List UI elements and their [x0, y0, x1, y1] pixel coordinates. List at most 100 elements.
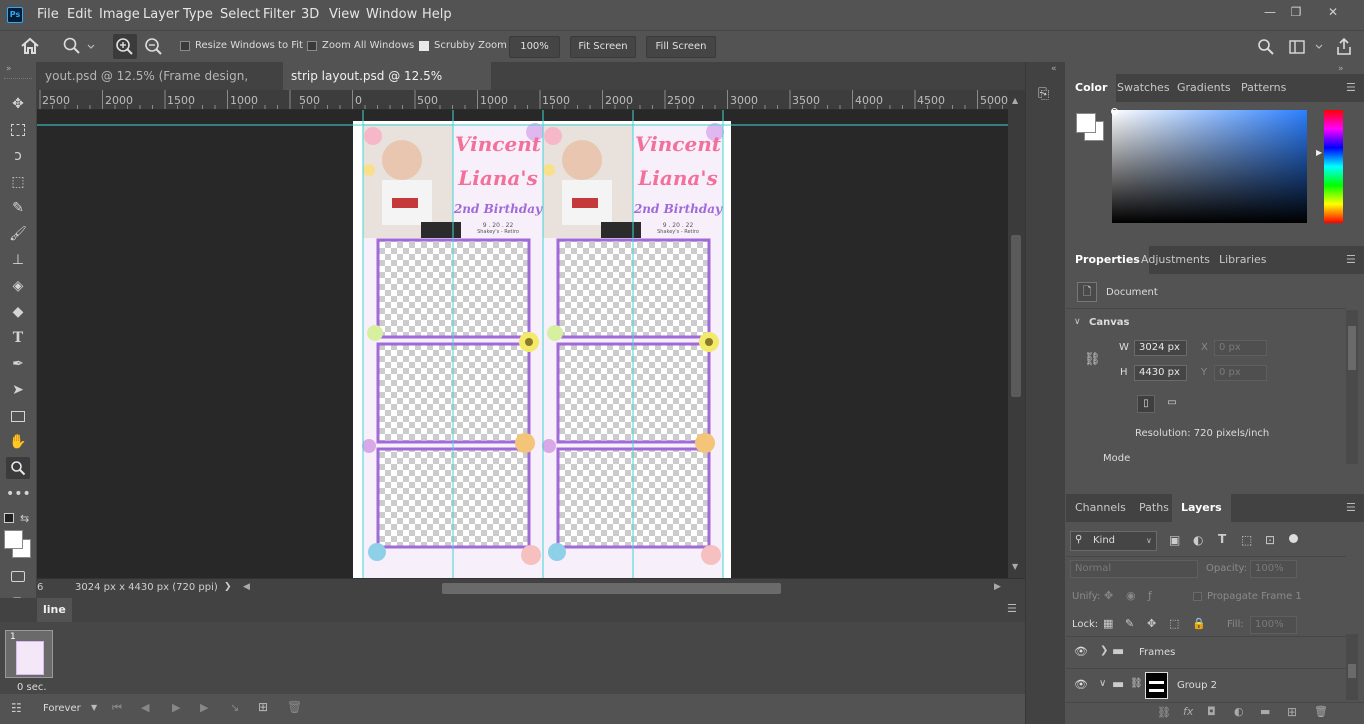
scroll-down-icon[interactable]: ▼	[1012, 562, 1018, 571]
tab-frame-design[interactable]: yout.psd @ 12.5% (Frame design, RGB/8) *…	[37, 62, 282, 111]
more-tools-icon[interactable]: •••	[6, 483, 31, 505]
portrait-orientation-icon[interactable]: ▯	[1137, 395, 1155, 413]
toolbox-grip[interactable]	[4, 78, 32, 80]
toolbox-collapse-icon[interactable]: »	[6, 64, 12, 74]
new-group-icon[interactable]: ▬	[1260, 705, 1270, 718]
timeline-menu-icon[interactable]: ☰	[1007, 602, 1017, 615]
delete-layer-icon[interactable]: 🗑	[1314, 705, 1328, 718]
zoom-tool-preset-icon[interactable]	[62, 37, 96, 55]
marquee-tool-icon[interactable]	[6, 119, 30, 141]
fit-screen-button[interactable]: Fit Screen	[570, 36, 636, 58]
zoom-tool-icon[interactable]	[6, 457, 30, 479]
layer-mask-thumbnail[interactable]	[1145, 672, 1168, 699]
zoom-out-icon[interactable]	[142, 34, 166, 59]
add-mask-icon[interactable]: ◘	[1207, 705, 1216, 718]
share-icon[interactable]	[1335, 37, 1353, 57]
link-dimensions-icon[interactable]: ⛓	[1084, 352, 1101, 367]
expand-group-icon[interactable]: ❯	[1100, 645, 1108, 656]
tab-patterns[interactable]: Patterns	[1232, 74, 1295, 102]
quick-mask-icon[interactable]	[6, 565, 30, 587]
layers-menu-icon[interactable]: ☰	[1346, 501, 1356, 514]
workspace-icon[interactable]	[1288, 38, 1326, 56]
loop-select[interactable]: Forever	[43, 703, 81, 714]
tab-channels[interactable]: Channels	[1066, 494, 1135, 522]
tab-paths[interactable]: Paths	[1130, 494, 1178, 522]
canvas-width-field[interactable]: 3024 px	[1134, 340, 1187, 356]
brush-tool-icon[interactable]: 🖌	[6, 223, 30, 245]
properties-scrollbar[interactable]	[1346, 310, 1358, 464]
duplicate-frame-icon[interactable]: ⊞	[258, 700, 268, 714]
prev-frame-icon[interactable]: ◀	[141, 701, 149, 714]
menu-help[interactable]: Help	[422, 7, 452, 22]
color-picker-cursor[interactable]	[1111, 108, 1118, 115]
pen-tool-icon[interactable]: ✒	[6, 353, 30, 375]
filter-smartobject-icon[interactable]: ⊡	[1265, 533, 1275, 547]
filter-adjustment-icon[interactable]: ◐	[1193, 533, 1203, 547]
close-window-button[interactable]: ✕	[1319, 2, 1347, 22]
resize-windows-checkbox[interactable]	[180, 41, 190, 51]
rectangle-tool-icon[interactable]	[6, 405, 30, 427]
collapse-group-icon[interactable]: ∨	[1099, 678, 1106, 689]
menu-file[interactable]: File	[37, 7, 59, 22]
layer-name[interactable]: Frames	[1139, 647, 1175, 658]
menu-edit[interactable]: Edit	[67, 7, 92, 22]
properties-scroll-thumb[interactable]	[1348, 326, 1356, 370]
tab-adjustments[interactable]: Adjustments	[1132, 246, 1219, 274]
filter-shape-icon[interactable]: ⬚	[1241, 533, 1252, 547]
status-menu-icon[interactable]: ❯	[224, 582, 232, 592]
hue-slider[interactable]	[1324, 110, 1343, 223]
next-frame-icon[interactable]: ▶	[200, 701, 208, 714]
color-foreground-swatch[interactable]	[1076, 113, 1096, 133]
foreground-color-swatch[interactable]	[4, 530, 23, 549]
scroll-left-icon[interactable]: ◀	[243, 582, 250, 592]
tab-libraries[interactable]: Libraries	[1210, 246, 1276, 274]
zoom-all-checkbox[interactable]	[307, 41, 317, 51]
tab-gradients[interactable]: Gradients	[1168, 74, 1240, 102]
menu-window[interactable]: Window	[366, 7, 417, 22]
adjustment-layer-icon[interactable]: ◐	[1234, 705, 1244, 718]
maximize-button[interactable]: ❐	[1282, 2, 1310, 22]
object-selection-tool-icon[interactable]: ⬚	[6, 171, 30, 193]
search-icon[interactable]	[1257, 38, 1275, 56]
new-layer-icon[interactable]: ⊞	[1287, 705, 1297, 719]
menu-filter[interactable]: Filter	[263, 7, 295, 22]
layer-filter-kind-select[interactable]: ⚲ Kind ∨	[1070, 531, 1157, 551]
eraser-tool-icon[interactable]: ◈	[6, 275, 30, 297]
lock-image-icon[interactable]: ✎	[1125, 617, 1134, 630]
zoom-percent-button[interactable]: 100%	[509, 36, 560, 58]
tab-layers[interactable]: Layers	[1172, 494, 1231, 522]
minimize-button[interactable]: —	[1256, 2, 1284, 22]
canvas-collapse-icon[interactable]: ∨	[1074, 317, 1081, 327]
menu-layer[interactable]: Layer	[143, 7, 179, 22]
horizontal-scroll-thumb[interactable]	[442, 583, 781, 594]
mask-link-icon[interactable]: ⛓	[1130, 678, 1143, 689]
menu-select[interactable]: Select	[220, 7, 260, 22]
properties-menu-icon[interactable]: ☰	[1346, 253, 1356, 266]
filter-toggle-icon[interactable]	[1289, 534, 1298, 543]
dock-collapse-icon[interactable]: «	[1051, 64, 1057, 74]
layer-row-group-2[interactable]: 👁 ∨ ▬ ⛓ Group 2	[1066, 668, 1346, 702]
eyedropper-tool-icon[interactable]: ✎	[6, 197, 30, 219]
layer-visibility-eye-icon[interactable]: 👁	[1074, 678, 1088, 691]
layers-scrollbar[interactable]	[1346, 634, 1358, 700]
loop-dropdown-icon[interactable]: ▼	[91, 703, 97, 712]
menu-3d[interactable]: 3D	[301, 7, 319, 22]
paint-bucket-tool-icon[interactable]: ◆	[6, 301, 30, 323]
layer-visibility-eye-icon[interactable]: 👁	[1074, 645, 1088, 658]
path-selection-tool-icon[interactable]: ➤	[6, 379, 30, 401]
vertical-scroll-thumb[interactable]	[1011, 235, 1021, 397]
hand-tool-icon[interactable]: ✋	[6, 431, 30, 453]
lasso-tool-icon[interactable]: ↄ	[6, 145, 30, 167]
animation-frame[interactable]: 1	[5, 630, 53, 678]
fill-screen-button[interactable]: Fill Screen	[646, 36, 716, 58]
tween-icon[interactable]: ↘	[230, 701, 239, 714]
vertical-scrollbar[interactable]: ▲ ▼	[1008, 90, 1025, 578]
layer-name[interactable]: Group 2	[1177, 680, 1217, 691]
layers-scroll-thumb[interactable]	[1348, 664, 1356, 678]
delete-frame-icon[interactable]: 🗑	[287, 700, 302, 714]
lock-all-icon[interactable]: 🔒	[1192, 617, 1206, 630]
home-icon[interactable]	[20, 37, 40, 55]
convert-timeline-icon[interactable]: ☷	[11, 701, 22, 715]
filter-pixel-icon[interactable]: ▣	[1169, 533, 1180, 547]
default-colors-icon[interactable]	[4, 513, 14, 523]
